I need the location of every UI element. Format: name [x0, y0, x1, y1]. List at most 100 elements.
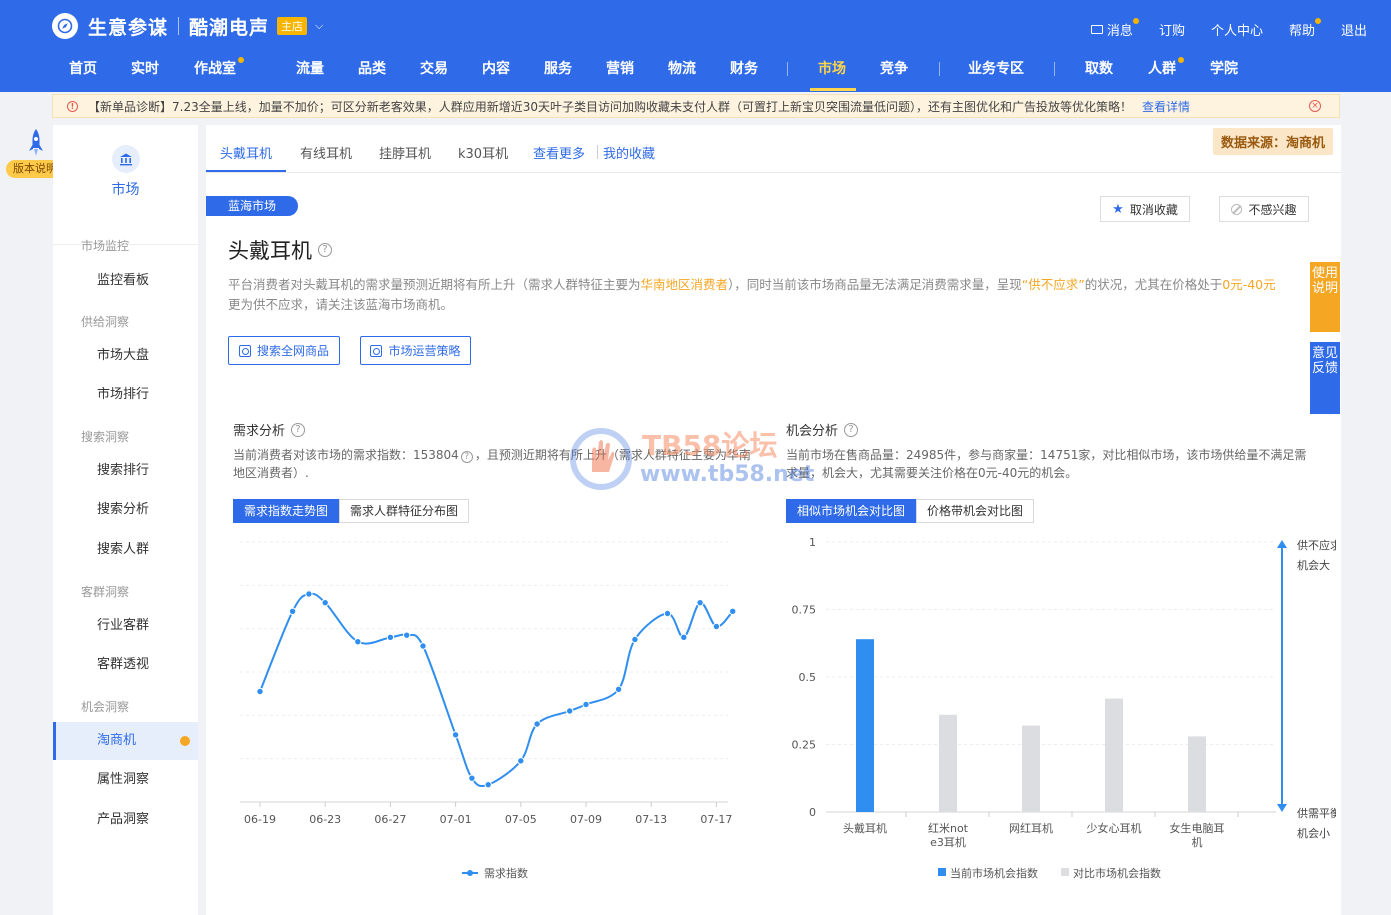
nav-item-3[interactable]: 流量 — [296, 58, 324, 78]
market-type-ribbon: 蓝海市场 — [206, 196, 298, 216]
nav-item-15[interactable]: 人群 — [1148, 57, 1184, 78]
market-strategy-button[interactable]: 市场运营策略 — [360, 336, 471, 365]
top-link-1[interactable]: 订购 — [1159, 20, 1185, 39]
bar[interactable] — [1022, 725, 1040, 812]
desc-highlight-price: 0元-40元 — [1222, 277, 1276, 292]
data-point[interactable] — [582, 700, 590, 709]
nav-item-9[interactable]: 物流 — [668, 58, 696, 78]
data-point[interactable] — [680, 633, 688, 642]
subtab-item[interactable]: k30耳机 — [458, 143, 508, 162]
sidebar-item[interactable]: 市场排行 — [53, 376, 198, 414]
data-point[interactable] — [288, 607, 297, 616]
market-title: 头戴耳机? — [228, 235, 332, 265]
data-point[interactable] — [354, 637, 362, 646]
top-link-2[interactable]: 个人中心 — [1211, 20, 1263, 39]
subtab-more-link[interactable]: 查看更多 — [533, 143, 585, 162]
data-point[interactable] — [533, 720, 541, 728]
sidebar-item[interactable]: 产品洞察 — [53, 801, 198, 839]
subtab-item[interactable]: 头戴耳机 — [220, 143, 272, 162]
nav-divider — [939, 62, 940, 76]
sidebar-item[interactable]: 客群透视 — [53, 646, 198, 684]
sidebar-module[interactable]: 市场 — [53, 145, 198, 245]
sidebar-item[interactable]: 淘商机 — [53, 722, 198, 760]
notice-detail-link[interactable]: 查看详情 — [1142, 98, 1190, 115]
help-icon[interactable]: ? — [318, 243, 332, 257]
data-point[interactable] — [403, 631, 411, 639]
data-point[interactable] — [256, 687, 264, 696]
sidebar-item[interactable]: 搜索排行 — [53, 452, 198, 490]
nav-item-5[interactable]: 交易 — [420, 58, 448, 78]
top-link-3[interactable]: 帮助 — [1289, 18, 1321, 39]
search-all-products-button[interactable]: 搜索全网商品 — [228, 336, 340, 365]
data-point[interactable] — [419, 642, 427, 650]
sidebar-item[interactable]: 属性洞察 — [53, 761, 198, 799]
nav-item-label: 首页 — [69, 61, 97, 77]
help-icon[interactable]: ? — [460, 451, 473, 463]
tab-demand-trend[interactable]: 需求指数走势图 — [233, 499, 340, 523]
subtab-item[interactable]: 有线耳机 — [300, 143, 352, 162]
subtab-item[interactable]: 挂脖耳机 — [379, 143, 431, 162]
not-interested-button[interactable]: 不感兴趣 — [1219, 196, 1309, 222]
nav-item-8[interactable]: 营销 — [606, 58, 634, 78]
bar[interactable] — [939, 714, 957, 812]
top-link-0[interactable]: 消息 — [1090, 18, 1139, 39]
sidebar-item[interactable]: 市场大盘 — [53, 337, 198, 375]
bar[interactable] — [856, 639, 874, 812]
chevron-down-icon[interactable]: ⌵ — [315, 19, 323, 33]
data-point[interactable] — [517, 757, 525, 765]
nav-item-16[interactable]: 学院 — [1210, 58, 1238, 78]
nav-item-14[interactable]: 取数 — [1085, 58, 1113, 78]
help-icon[interactable]: ? — [291, 422, 306, 437]
notice-text: 【新单品诊断】7.23全量上线，加量不加价；可区分新老客效果，人群应用新增近30… — [88, 99, 1132, 114]
nav-item-12[interactable]: 竞争 — [880, 58, 908, 78]
opportunity-title-text: 机会分析 — [786, 424, 839, 439]
top-link-4[interactable]: 退出 — [1341, 20, 1367, 39]
sidebar-item-label: 淘商机 — [97, 733, 137, 748]
usage-guide-tab[interactable]: 使用说明 — [1310, 262, 1340, 332]
data-point[interactable] — [696, 598, 704, 607]
sidebar-item[interactable]: 搜索分析 — [53, 491, 198, 529]
sidebar-item[interactable]: 搜索人群 — [53, 531, 198, 569]
help-icon[interactable]: ? — [844, 422, 859, 437]
sidebar-item[interactable]: 监控看板 — [53, 262, 198, 300]
nav-item-4[interactable]: 品类 — [358, 58, 386, 78]
nav-item-label: 营销 — [606, 61, 634, 77]
shop-name[interactable]: 酷潮电声 — [189, 13, 269, 40]
sidebar-item[interactable]: 行业客群 — [53, 607, 198, 645]
unfavorite-button[interactable]: ★ 取消收藏 — [1100, 196, 1190, 222]
desc-highlight-region: 华南地区消费者 — [640, 277, 729, 292]
nav-item-0[interactable]: 首页 — [69, 58, 97, 78]
nav-item-10[interactable]: 财务 — [730, 58, 758, 78]
data-point[interactable] — [451, 731, 460, 739]
nav-item-11[interactable]: 市场 — [818, 58, 846, 78]
data-point[interactable] — [614, 685, 623, 694]
nav-item-13[interactable]: 业务专区 — [968, 58, 1024, 78]
data-point[interactable] — [663, 609, 672, 618]
data-point[interactable] — [386, 633, 395, 642]
data-point[interactable] — [305, 590, 313, 598]
bar[interactable] — [1105, 698, 1123, 812]
nav-item-1[interactable]: 实时 — [131, 58, 159, 78]
tab-demand-crowd[interactable]: 需求人群特征分布图 — [339, 499, 470, 523]
data-point[interactable] — [631, 635, 639, 644]
data-point[interactable] — [729, 607, 737, 616]
data-point[interactable] — [484, 780, 492, 789]
data-point[interactable] — [468, 774, 476, 782]
opportunity-desc-a: 当前市场在售商品量：24985件，参与商家量：14751家，对比相似市场，该市场… — [786, 448, 1307, 462]
market-description: 平台消费者对头戴耳机的需求量预测近期将有所上升（需求人群特征主要为华南地区消费者… — [228, 275, 1308, 315]
feedback-tab[interactable]: 意见反馈 — [1310, 342, 1340, 414]
close-icon[interactable]: × — [1309, 100, 1321, 112]
subtab-favorites-link[interactable]: 我的收藏 — [603, 143, 655, 162]
tab-price-band[interactable]: 价格带机会对比图 — [916, 499, 1035, 523]
bar[interactable] — [1188, 736, 1206, 812]
tab-similar-market[interactable]: 相似市场机会对比图 — [786, 499, 917, 523]
nav-item-6[interactable]: 内容 — [482, 58, 510, 78]
data-point[interactable] — [712, 622, 721, 631]
brand[interactable]: 生意参谋 酷潮电声 主店 ⌵ — [52, 12, 323, 40]
data-point[interactable] — [566, 707, 574, 715]
nav-item-label: 流量 — [296, 61, 324, 77]
nav-item-2[interactable]: 作战室 — [194, 57, 244, 78]
nav-item-7[interactable]: 服务 — [544, 58, 572, 78]
data-point[interactable] — [321, 598, 329, 607]
sidebar-item-label: 市场排行 — [97, 387, 150, 402]
